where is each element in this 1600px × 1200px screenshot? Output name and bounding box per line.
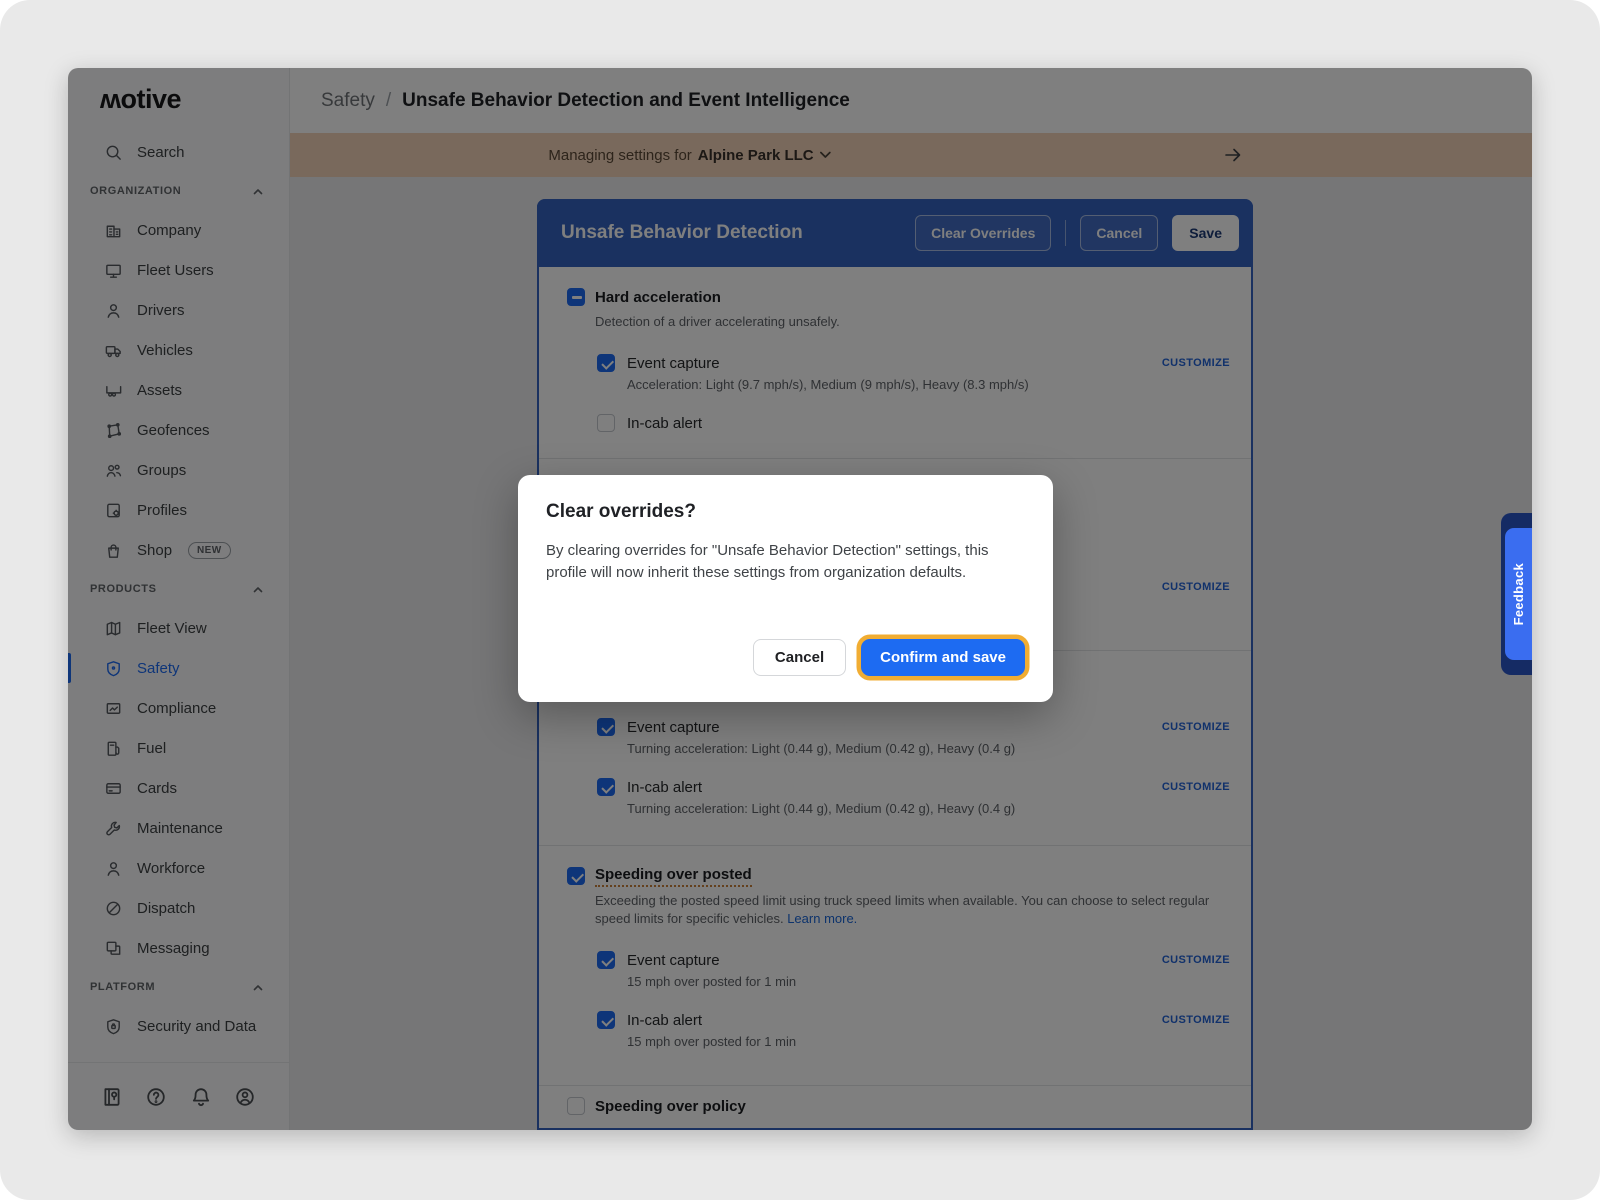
feedback-tab-label: Feedback [1511,563,1526,625]
modal-cancel-button[interactable]: Cancel [753,639,846,676]
modal-actions: Cancel Confirm and save [753,639,1025,676]
modal-title: Clear overrides? [546,501,1025,523]
modal-confirm-button[interactable]: Confirm and save [861,639,1025,676]
clear-overrides-modal: Clear overrides? By clearing overrides f… [518,475,1053,702]
modal-body-text: By clearing overrides for "Unsafe Behavi… [546,540,1016,584]
feedback-tab[interactable]: Feedback [1505,528,1532,660]
app-window: ʍotive SearchORGANIZATIONCompanyFleet Us… [68,68,1532,1130]
